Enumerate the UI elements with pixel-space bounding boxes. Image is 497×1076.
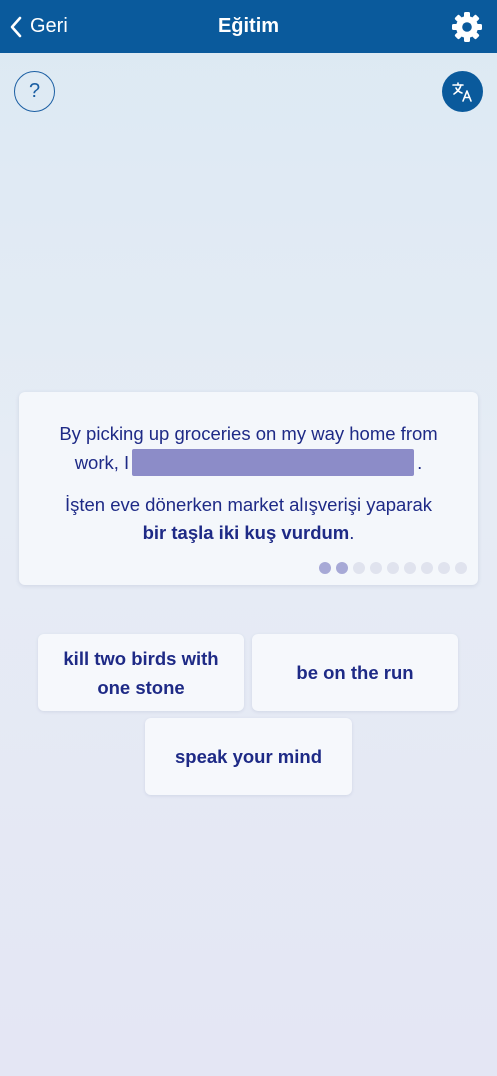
progress-dot	[353, 562, 365, 574]
chevron-left-icon	[10, 16, 22, 37]
progress-dot	[421, 562, 433, 574]
help-button[interactable]: ?	[14, 71, 55, 112]
progress-dot	[370, 562, 382, 574]
progress-dot	[438, 562, 450, 574]
question-icon: ?	[28, 80, 41, 102]
top-bar: Geri Eğitim	[0, 0, 497, 53]
translate-button[interactable]	[442, 71, 483, 112]
option-button[interactable]: kill two birds with one stone	[38, 634, 244, 711]
progress-dot-completed	[319, 562, 331, 574]
option-button[interactable]: speak your mind	[145, 718, 352, 795]
translate-icon	[451, 81, 472, 102]
page-title: Eğitim	[217, 15, 280, 37]
turkish-translation: İşten eve dönerken market alışverişi yap…	[39, 491, 458, 547]
progress-dot	[387, 562, 399, 574]
back-label: Geri	[30, 15, 68, 37]
translation-text: İşten eve dönerken market alışverişi yap…	[64, 494, 433, 515]
sentence-end: .	[417, 452, 423, 473]
answer-blank[interactable]	[132, 449, 415, 476]
progress-dot	[404, 562, 416, 574]
translation-end: .	[349, 522, 355, 543]
progress-dot	[455, 562, 467, 574]
option-button[interactable]: be on the run	[252, 634, 458, 711]
english-sentence: By picking up groceries on my way home f…	[39, 419, 458, 477]
translation-idiom: bir taşla iki kuş vurdum	[142, 522, 350, 543]
progress-dots	[319, 562, 467, 574]
gear-icon[interactable]	[450, 10, 484, 44]
exercise-card: By picking up groceries on my way home f…	[19, 392, 478, 585]
progress-dot-completed	[336, 562, 348, 574]
back-button[interactable]: Geri	[8, 0, 68, 53]
